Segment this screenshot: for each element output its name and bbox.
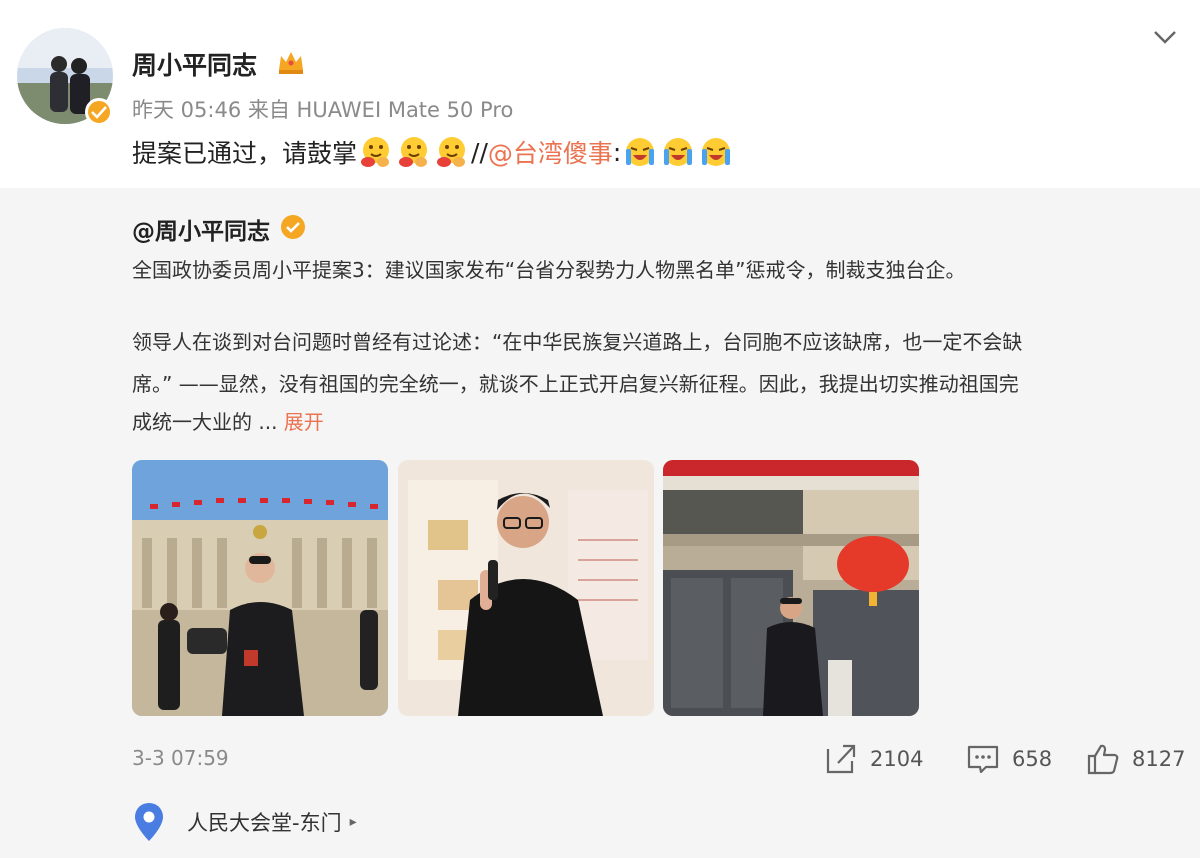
- crying-laugh-emoji-icon: [661, 135, 695, 169]
- repost-paragraph-line: 席。” ——显然，没有祖国的完全统一，就谈不上正式开启复兴新征程。因此，我提出切…: [132, 372, 1019, 396]
- comment-icon: [967, 745, 999, 774]
- post-text-separator: //: [471, 137, 488, 167]
- repost-author[interactable]: @周小平同志: [132, 212, 270, 246]
- verified-badge-icon: [85, 98, 113, 126]
- verified-badge-icon: [280, 214, 306, 244]
- repost-paragraph: 全国政协委员周小平提案3：建议国家发布“台省分裂势力人物黑名单”惩戒令，制裁支独…: [132, 258, 966, 282]
- repost-paragraph-tail: 成统一大业的 ...: [132, 410, 278, 434]
- post-text: 提案已通过，请鼓掌 // @台湾傻事 :: [132, 134, 735, 170]
- repost-timestamp: 3-3 07:59: [132, 746, 229, 770]
- crying-laugh-emoji-icon: [623, 135, 657, 169]
- like-count: 8127: [1132, 747, 1186, 771]
- clap-emoji-icon: [359, 135, 393, 169]
- mention-suffix: :: [612, 137, 622, 167]
- thumbs-up-icon: [1087, 744, 1119, 775]
- repost-paragraph-line: 领导人在谈到对台问题时曾经有过论述：“在中华民族复兴道路上，台同胞不应该缺席，也…: [132, 330, 1023, 354]
- author-name[interactable]: 周小平同志: [132, 46, 257, 82]
- crown-icon: [276, 48, 306, 80]
- location-label: 人民大会堂-东门: [187, 811, 342, 835]
- expand-link[interactable]: 展开: [284, 410, 324, 434]
- chevron-down-icon[interactable]: [1150, 22, 1180, 52]
- like-button[interactable]: 8127: [1086, 742, 1185, 776]
- photo-thumbnail[interactable]: [398, 460, 654, 716]
- share-icon: [826, 744, 856, 774]
- crying-laugh-emoji-icon: [699, 135, 733, 169]
- location-pin-icon: [135, 803, 163, 841]
- clap-emoji-icon: [397, 135, 431, 169]
- share-count: 2104: [870, 747, 924, 771]
- post-meta: 昨天 05:46 来自 HUAWEI Mate 50 Pro: [132, 98, 514, 122]
- photo-thumbnail[interactable]: [132, 460, 388, 716]
- clap-emoji-icon: [435, 135, 469, 169]
- comment-button[interactable]: 658: [966, 742, 1052, 776]
- chevron-right-icon: ▸: [349, 814, 357, 830]
- mention-link[interactable]: @台湾傻事: [488, 134, 613, 170]
- location-tag[interactable]: 人民大会堂-东门 ▸: [133, 800, 357, 844]
- share-button[interactable]: 2104: [824, 742, 923, 776]
- post-text-body: 提案已通过，请鼓掌: [132, 139, 358, 168]
- repost-paragraph-line: 成统一大业的 ... 展开: [132, 407, 324, 437]
- photo-thumbnail[interactable]: [663, 460, 919, 716]
- comment-count: 658: [1012, 747, 1053, 771]
